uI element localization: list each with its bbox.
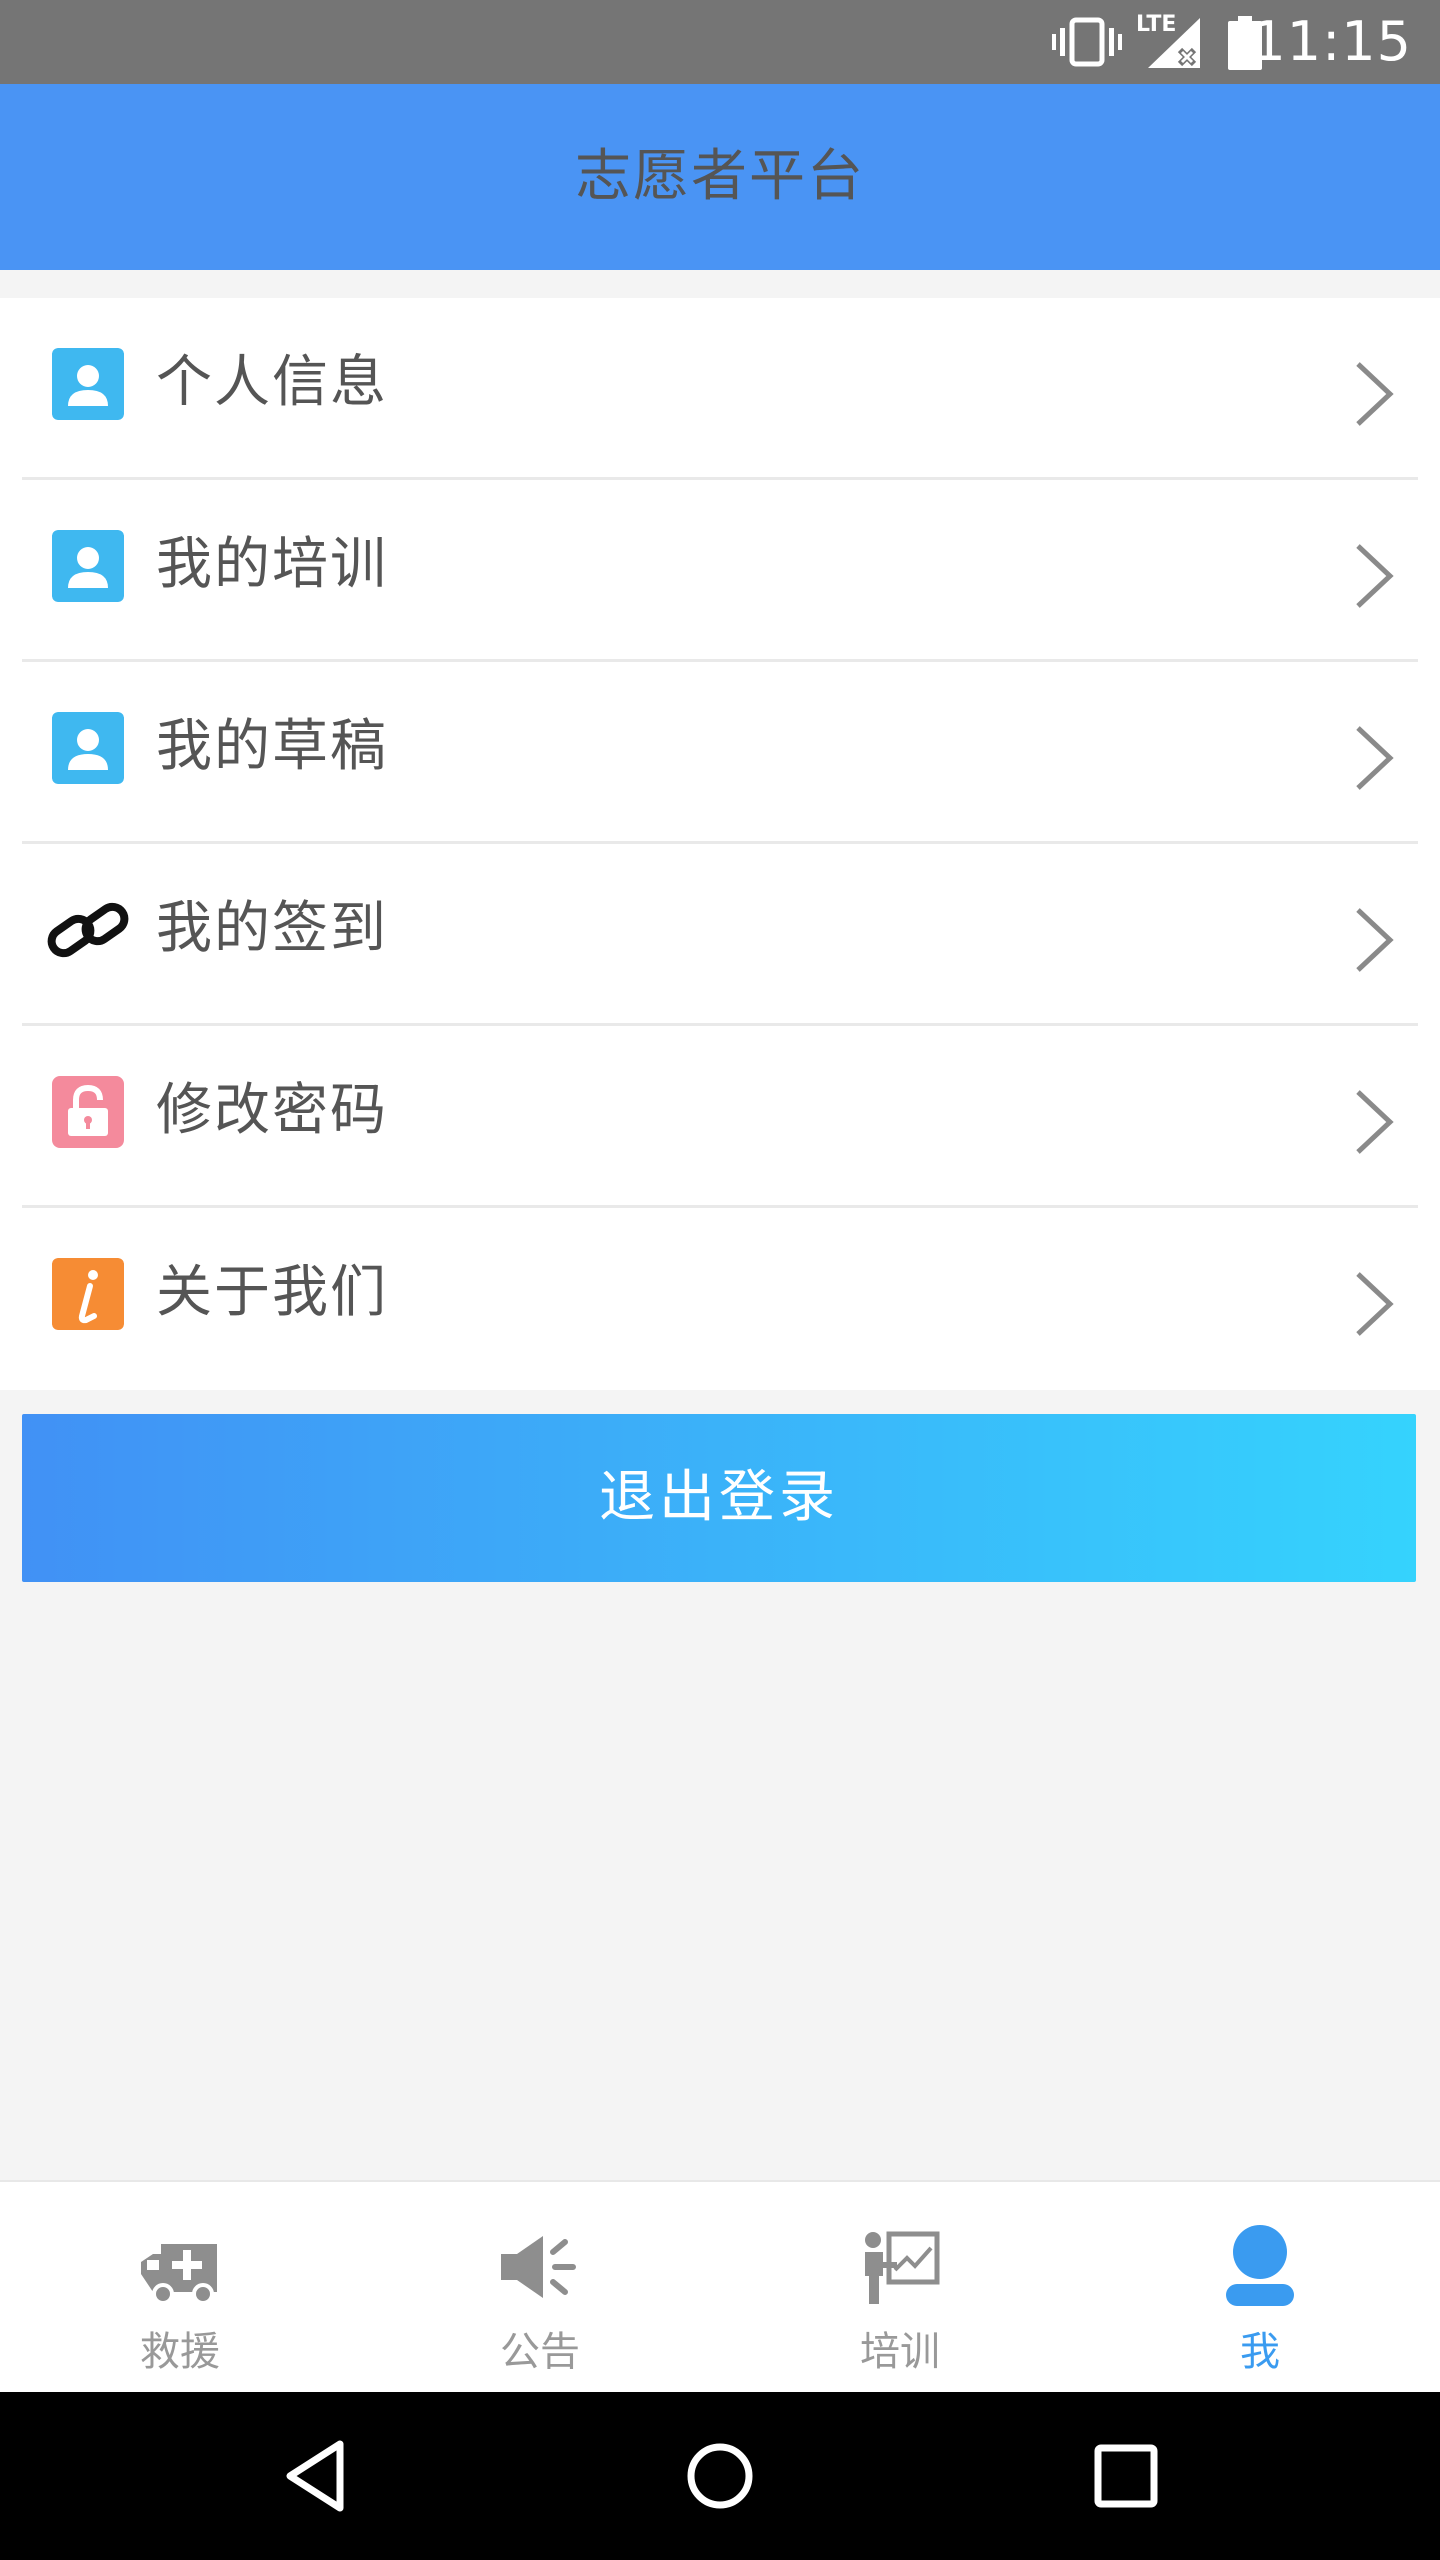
menu-item-label: 我的签到 <box>156 896 388 961</box>
tab-label: 培训 <box>860 2329 940 2375</box>
bottom-tab-bar: 救援 公告 培训 我 <box>0 2180 1440 2394</box>
person-icon <box>52 348 124 420</box>
chevron-right-icon <box>1356 1272 1394 1336</box>
megaphone-icon <box>501 2236 576 2298</box>
link-icon <box>47 902 129 958</box>
tab-training[interactable]: 培训 <box>720 2182 1080 2394</box>
user-icon <box>1226 2225 1294 2306</box>
tab-me[interactable]: 我 <box>1080 2182 1440 2394</box>
menu-item-label: 我的培训 <box>156 532 388 597</box>
menu-item-about-us[interactable]: 关于我们 <box>0 1208 1440 1390</box>
chevron-right-icon <box>1356 544 1394 608</box>
chevron-right-icon <box>1356 362 1394 426</box>
home-icon[interactable] <box>684 2436 756 2516</box>
logout-button[interactable]: 退出登录 <box>22 1414 1416 1582</box>
vibrate-icon <box>1052 17 1122 67</box>
signal-icon <box>1148 18 1200 68</box>
menu-item-label: 关于我们 <box>156 1260 388 1325</box>
menu-item-label: 修改密码 <box>156 1078 388 1143</box>
tab-label: 救援 <box>140 2329 220 2375</box>
recents-icon[interactable] <box>1090 2436 1162 2516</box>
status-time: 11:15 <box>1251 10 1412 73</box>
menu-item-label: 个人信息 <box>156 350 388 415</box>
chevron-right-icon <box>1356 726 1394 790</box>
status-bar: LTE 11:15 <box>0 0 1440 84</box>
app-header: 志愿者平台 <box>0 84 1440 270</box>
menu-item-personal-info[interactable]: 个人信息 <box>0 298 1440 480</box>
tab-announcements[interactable]: 公告 <box>360 2182 720 2394</box>
person-icon <box>52 530 124 602</box>
tab-label: 公告 <box>500 2329 580 2375</box>
back-icon[interactable] <box>280 2436 350 2516</box>
tab-rescue[interactable]: 救援 <box>0 2182 360 2394</box>
menu-item-change-password[interactable]: 修改密码 <box>0 1026 1440 1208</box>
system-nav-bar <box>0 2392 1440 2560</box>
menu-item-my-checkin[interactable]: 我的签到 <box>0 844 1440 1026</box>
menu-item-my-training[interactable]: 我的培训 <box>0 480 1440 662</box>
lock-icon <box>52 1076 124 1148</box>
menu-item-label: 我的草稿 <box>156 714 388 779</box>
chevron-right-icon <box>1356 1090 1394 1154</box>
menu-item-my-drafts[interactable]: 我的草稿 <box>0 662 1440 844</box>
tab-label: 我 <box>1240 2329 1280 2375</box>
training-icon <box>865 2231 940 2304</box>
person-icon <box>52 712 124 784</box>
menu-list: 个人信息 我的培训 我的草稿 我的签到 修改密码 关于我们 <box>0 298 1440 1390</box>
info-icon <box>52 1258 124 1330</box>
page-title: 志愿者平台 <box>575 144 865 209</box>
chevron-right-icon <box>1356 908 1394 972</box>
ambulance-icon <box>141 2244 217 2305</box>
